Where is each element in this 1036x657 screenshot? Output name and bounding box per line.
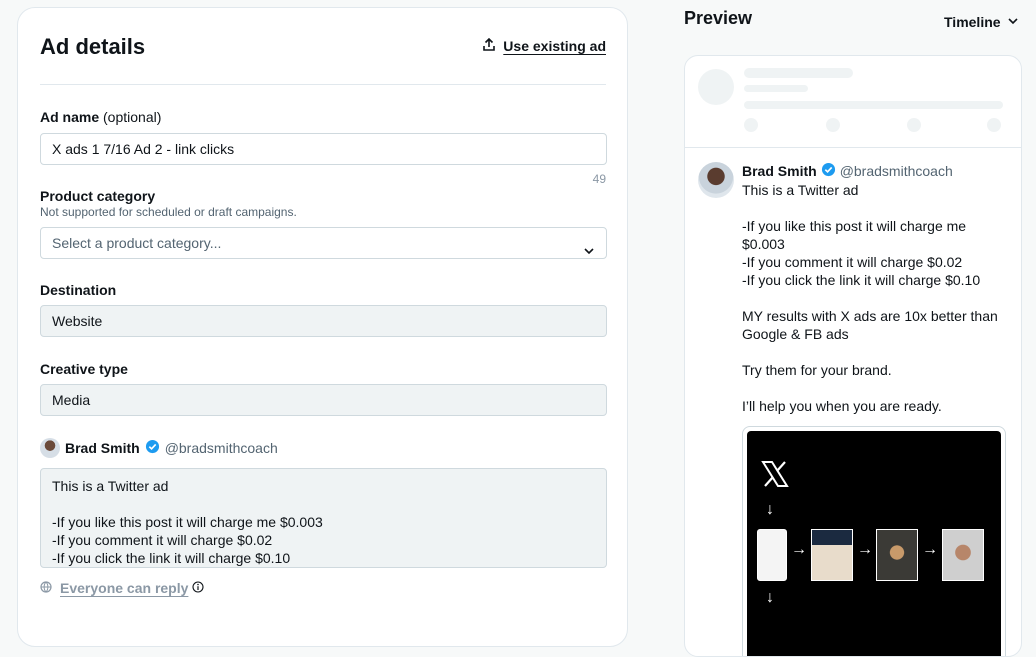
ad-name-label: Ad name (optional): [40, 109, 161, 125]
placement-label: Timeline: [944, 14, 1001, 30]
tweet-line: MY results with X ads are 10x better tha…: [742, 308, 998, 324]
ad-details-card: Ad details Use existing ad Ad name (opti…: [17, 7, 628, 647]
product-category-label: Product category: [40, 188, 156, 204]
author-name: Brad Smith: [742, 163, 817, 179]
card-title: Ad details: [40, 34, 146, 59]
x-logo-icon: [760, 459, 790, 494]
tweet-line: -If you comment it will charge $0.02: [742, 254, 963, 270]
author-name: Brad Smith: [65, 440, 140, 456]
divider: [685, 147, 1021, 148]
tweet-line: This is a Twitter ad: [742, 182, 859, 198]
post-author-row: Brad Smith @bradsmithcoach: [40, 438, 278, 458]
avatar: [698, 162, 734, 198]
author-handle: @bradsmithcoach: [839, 163, 953, 179]
skeleton-action: [907, 118, 921, 132]
skeleton-line: [744, 68, 853, 78]
arrow-right-icon: →: [791, 541, 807, 558]
media-thumb: [876, 529, 918, 581]
divider: [40, 84, 606, 85]
destination-label: Destination: [40, 282, 117, 298]
creative-type-field: Media: [40, 384, 607, 416]
skeleton-action: [744, 118, 758, 132]
skeleton-line: [744, 85, 808, 92]
post-text-line: -If you comment it will charge $0.02: [52, 532, 273, 548]
skeleton-avatar: [698, 69, 734, 105]
verified-badge-icon: [821, 162, 836, 180]
preview-title: Preview: [684, 8, 753, 28]
preview-frame: Brad Smith @bradsmithcoach This is a Twi…: [684, 55, 1022, 657]
tweet-line: [742, 343, 1004, 361]
post-text-line: -If you click the link it will charge $0…: [52, 550, 291, 566]
reply-setting-label: Everyone can reply: [60, 580, 189, 596]
product-category-hint: Not supported for scheduled or draft cam…: [40, 205, 297, 219]
product-category-select[interactable]: Select a product category...: [40, 227, 607, 259]
destination-field: Website: [40, 305, 607, 337]
reply-setting-row[interactable]: Everyone can reply: [40, 580, 204, 596]
use-existing-ad-button[interactable]: Use existing ad: [483, 37, 606, 54]
tweet-line: -If you like this post it will charge me: [742, 218, 967, 234]
chevron-down-icon: [1007, 14, 1019, 30]
preview-media[interactable]: ↓ → → → ↓: [742, 426, 1006, 656]
product-category-placeholder: Select a product category...: [52, 235, 222, 251]
preview-tweet-text: This is a Twitter ad -If you like this p…: [742, 181, 1004, 415]
placement-select[interactable]: Timeline: [944, 14, 1019, 30]
tweet-line: Try them for your brand.: [742, 362, 892, 378]
arrow-right-icon: →: [857, 541, 873, 558]
use-existing-ad-label: Use existing ad: [503, 38, 606, 54]
arrow-right-icon: →: [922, 541, 938, 558]
media-thumb: [811, 529, 853, 581]
post-text-input[interactable]: This is a Twitter ad -If you like this p…: [40, 468, 607, 568]
skeleton-action: [826, 118, 840, 132]
arrow-down-icon: ↓: [766, 589, 774, 606]
tweet-line: [742, 289, 1004, 307]
post-text-line: -If you like this post it will charge me…: [52, 514, 323, 530]
ad-name-char-counter: 49: [592, 172, 606, 186]
ad-name-optional: (optional): [103, 109, 162, 125]
arrow-down-icon: ↓: [766, 501, 774, 518]
media-thumb: [942, 529, 984, 581]
media-thumb-phone: [757, 529, 787, 581]
tweet-line: $0.003: [742, 236, 785, 252]
tweet-line: -If you click the link it will charge $0…: [742, 272, 981, 288]
post-text-line: This is a Twitter ad: [52, 478, 169, 494]
ad-name-label-text: Ad name: [40, 109, 100, 125]
avatar: [40, 438, 60, 458]
upload-icon: [483, 37, 496, 54]
author-handle: @bradsmithcoach: [164, 440, 278, 456]
ad-name-input[interactable]: X ads 1 7/16 Ad 2 - link clicks: [40, 133, 607, 165]
tweet-line: I’ll help you when you are ready.: [742, 398, 942, 414]
chevron-down-icon: [583, 237, 595, 267]
preview-author-row: Brad Smith @bradsmithcoach: [742, 162, 953, 180]
media-image: ↓ → → → ↓: [747, 431, 1001, 656]
skeleton-line: [744, 101, 1003, 109]
tweet-line: [742, 199, 1004, 217]
info-icon[interactable]: [192, 580, 204, 596]
creative-type-label: Creative type: [40, 361, 128, 377]
tweet-line: Google & FB ads: [742, 326, 849, 342]
skeleton-action: [987, 118, 1001, 132]
post-text-line: [52, 495, 595, 513]
globe-icon: [40, 580, 52, 596]
tweet-line: [742, 379, 1004, 397]
verified-badge-icon: [145, 439, 160, 457]
